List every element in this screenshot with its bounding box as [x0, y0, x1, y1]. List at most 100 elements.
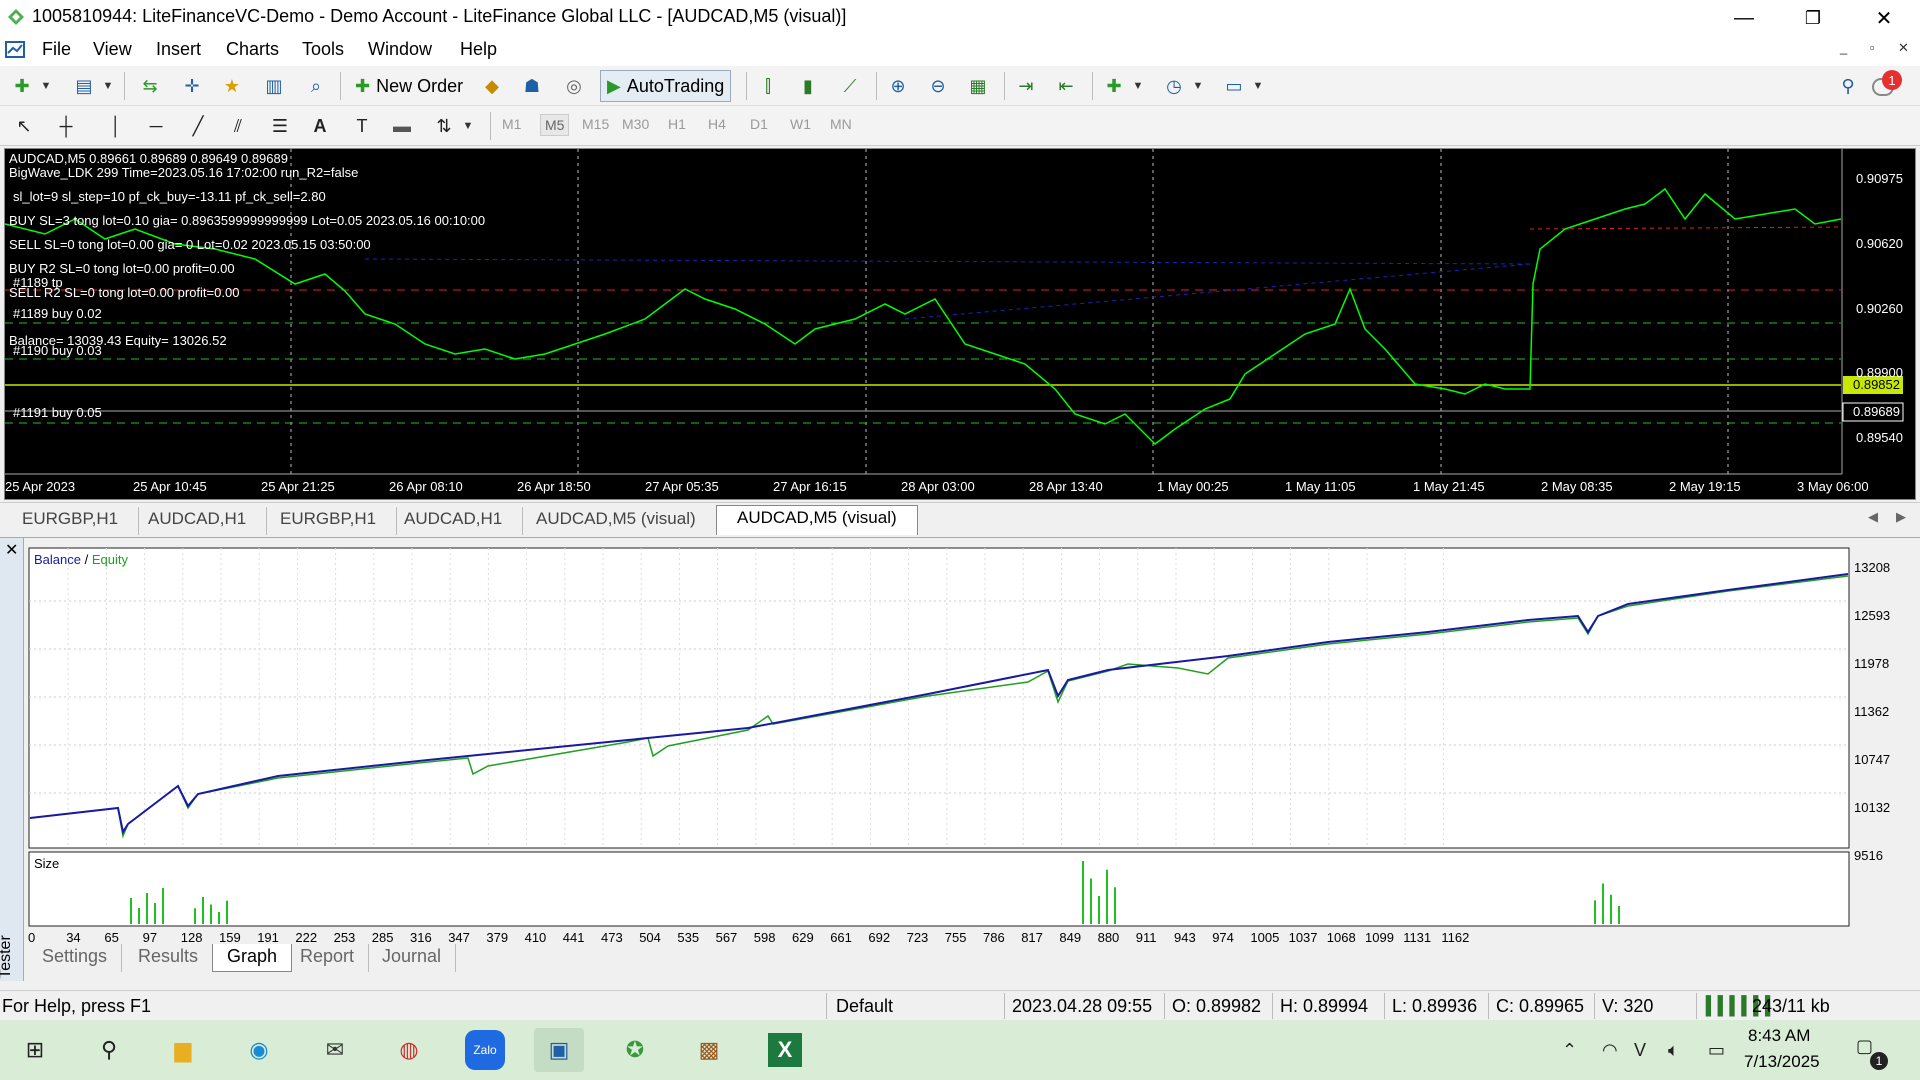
clock-time[interactable]: 8:43 AM — [1748, 1026, 1810, 1046]
menu-view[interactable]: View — [85, 39, 140, 60]
auto-scroll-icon[interactable]: ⇤ — [1052, 72, 1080, 100]
timeframe-m30[interactable]: M30 — [622, 116, 649, 132]
candlesticks-icon[interactable]: ▮ — [794, 72, 822, 100]
data-window-icon[interactable]: ✛ — [178, 72, 206, 100]
periods-dropdown-icon[interactable]: ▼ — [1190, 72, 1206, 100]
profiles-icon[interactable]: ▤ — [70, 72, 98, 100]
text-label-icon[interactable]: T — [348, 112, 376, 140]
terminal-icon[interactable]: ▣ — [534, 1028, 584, 1072]
wifi-icon[interactable]: ◠ — [1602, 1040, 1618, 1061]
menu-tools[interactable]: Tools — [294, 39, 352, 60]
mdi-minimize-button[interactable]: _ — [1840, 40, 1847, 55]
timeframe-m5[interactable]: M5 — [540, 114, 570, 136]
timeframe-w1[interactable]: W1 — [790, 116, 811, 132]
chart-window-icon[interactable] — [4, 38, 28, 62]
timeframe-h4[interactable]: H4 — [708, 116, 726, 132]
edge-icon[interactable]: ◉ — [234, 1028, 284, 1072]
menu-insert[interactable]: Insert — [148, 39, 209, 60]
tray-chevron-icon[interactable]: ⌃ — [1562, 1040, 1577, 1061]
minimize-button[interactable]: — — [1715, 0, 1773, 36]
chart-tab-active[interactable]: AUDCAD,M5 (visual) — [716, 505, 918, 535]
cursor-icon[interactable]: ↖ — [10, 112, 38, 140]
tabs-scroll-left-icon[interactable]: ◀ — [1868, 509, 1878, 525]
profiles-dropdown-icon[interactable]: ▼ — [100, 72, 116, 100]
autotrading-button[interactable]: ▶ AutoTrading — [600, 70, 732, 102]
close-button[interactable]: ✕ — [1855, 0, 1913, 36]
search-icon[interactable]: ⚲ — [1834, 72, 1862, 100]
chart-tab[interactable]: EURGBP,H1 — [2, 507, 140, 535]
battery-icon[interactable]: ▭ — [1708, 1040, 1725, 1061]
templates-icon[interactable]: ▭ — [1220, 72, 1248, 100]
tab-graph[interactable]: Graph — [212, 944, 293, 972]
notifications-icon[interactable]: 1 — [1870, 70, 1902, 102]
market-icon[interactable]: ◎ — [560, 72, 588, 100]
rectangle-icon[interactable]: ▬ — [388, 112, 416, 140]
fibonacci-icon[interactable]: ☰ — [266, 112, 294, 140]
terminal-window-icon[interactable]: ▥ — [260, 72, 288, 100]
winrar-icon[interactable]: ▩ — [684, 1028, 734, 1072]
new-chart-dropdown-icon[interactable]: ▼ — [38, 72, 54, 100]
chart-tab[interactable]: AUDCAD,H1 — [128, 507, 268, 535]
market-watch-icon[interactable]: ⇆ — [136, 72, 164, 100]
tester-close-icon[interactable]: ✕ — [5, 540, 18, 560]
zalo-icon[interactable]: Zalo — [460, 1028, 510, 1072]
tab-results[interactable]: Results — [124, 944, 214, 972]
search-icon[interactable]: ⚲ — [84, 1028, 134, 1072]
menu-window[interactable]: Window — [360, 39, 440, 60]
mail-icon[interactable]: ✉ — [310, 1028, 360, 1072]
price-tick: 0.90975 — [1856, 171, 1903, 186]
signals-icon[interactable]: ☗ — [518, 72, 546, 100]
line-chart-icon[interactable]: ⟋ — [836, 72, 864, 100]
templates-dropdown-icon[interactable]: ▼ — [1250, 72, 1266, 100]
arrows-dropdown-icon[interactable]: ▼ — [460, 112, 476, 140]
menu-help[interactable]: Help — [452, 39, 505, 60]
text-icon[interactable]: A — [306, 112, 334, 140]
new-chart-icon[interactable]: ✚ — [8, 72, 36, 100]
mdi-restore-button[interactable]: ▫ — [1870, 40, 1875, 55]
file-explorer-icon[interactable]: ▆ — [158, 1028, 208, 1072]
chrome-icon[interactable]: ◍ — [384, 1028, 434, 1072]
clock-date[interactable]: 7/13/2025 — [1744, 1052, 1820, 1072]
arrows-icon[interactable]: ⇅ — [430, 112, 458, 140]
indicators-dropdown-icon[interactable]: ▼ — [1130, 72, 1146, 100]
timeframe-d1[interactable]: D1 — [750, 116, 768, 132]
strategy-tester-icon[interactable]: ⌕ — [302, 72, 330, 100]
chart-tab[interactable]: AUDCAD,M5 (visual) — [516, 507, 717, 535]
excel-icon[interactable]: X — [760, 1028, 810, 1072]
zoom-in-icon[interactable]: ⊕ — [884, 72, 912, 100]
crosshair-icon[interactable]: ┼ — [52, 112, 80, 140]
chart-shift-icon[interactable]: ⇥ — [1012, 72, 1040, 100]
navigator-icon[interactable]: ★ — [218, 72, 246, 100]
indicators-icon[interactable]: ✚ — [1100, 72, 1128, 100]
app-icon[interactable]: ✪ — [610, 1028, 660, 1072]
tab-settings[interactable]: Settings — [28, 944, 123, 972]
timeframe-m1[interactable]: M1 — [502, 116, 521, 132]
horizontal-line-icon[interactable]: ─ — [142, 112, 170, 140]
timeframe-m15[interactable]: M15 — [582, 116, 609, 132]
timeframe-mn[interactable]: MN — [830, 116, 852, 132]
price-chart[interactable]: AUDCAD,M5 0.89661 0.89689 0.89649 0.8968… — [4, 148, 1916, 500]
tabs-scroll-right-icon[interactable]: ▶ — [1896, 509, 1906, 525]
menu-charts[interactable]: Charts — [218, 39, 287, 60]
chart-tab[interactable]: EURGBP,H1 — [260, 507, 398, 535]
menu-file[interactable]: File — [34, 39, 79, 60]
bar-chart-icon[interactable]: ⫿ — [754, 72, 782, 100]
chart-tab[interactable]: AUDCAD,H1 — [384, 507, 524, 535]
timeframe-h1[interactable]: H1 — [668, 116, 686, 132]
volume-icon[interactable]: 🔈︎ — [1668, 1040, 1679, 1061]
tab-report[interactable]: Report — [286, 944, 370, 972]
mdi-close-button[interactable]: ✕ — [1898, 40, 1909, 56]
periods-icon[interactable]: ◷ — [1160, 72, 1188, 100]
notification-center-icon[interactable]: ▢ — [1856, 1036, 1873, 1057]
metaeditor-icon[interactable]: ◆ — [478, 72, 506, 100]
tab-journal[interactable]: Journal — [368, 944, 457, 972]
vpn-icon[interactable]: V — [1634, 1040, 1646, 1061]
new-order-button[interactable]: ✚ New Order — [348, 70, 470, 102]
equidistant-channel-icon[interactable]: ⫽ — [224, 112, 252, 140]
trendline-icon[interactable]: ╱ — [184, 112, 212, 140]
zoom-out-icon[interactable]: ⊖ — [924, 72, 952, 100]
tile-windows-icon[interactable]: ▦ — [964, 72, 992, 100]
vertical-line-icon[interactable]: │ — [102, 112, 130, 140]
restore-button[interactable]: ❐ — [1784, 0, 1842, 36]
start-icon[interactable]: ⊞ — [10, 1028, 60, 1072]
